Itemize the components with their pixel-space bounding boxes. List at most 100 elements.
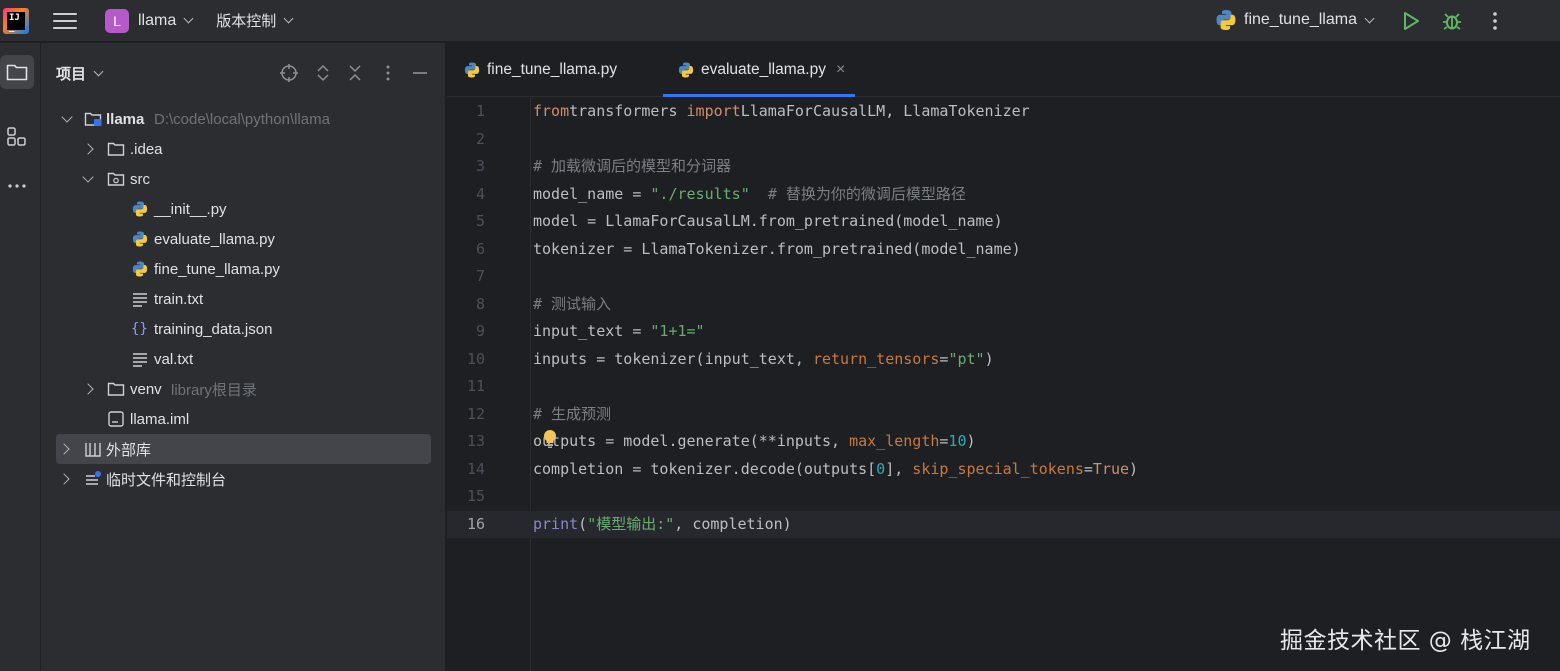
code-line[interactable]: 7 — [447, 263, 1560, 291]
more-vertical-icon[interactable] — [1484, 10, 1506, 32]
code-line[interactable]: 11 — [447, 373, 1560, 401]
code-text: input_text = "1+1=" — [533, 318, 705, 346]
code-line[interactable]: 10 inputs = tokenizer(input_text, return_… — [447, 346, 1560, 374]
tree-row-init-py[interactable]: __init__.py — [56, 194, 431, 224]
tree-row-src[interactable]: src — [56, 164, 431, 194]
code-line[interactable]: 3 # 加载微调后的模型和分词器 — [447, 153, 1560, 181]
code-token: # 加载微调后的模型和分词器 — [533, 157, 732, 175]
code-line[interactable]: 4 model_name = "./results" # 替换为你的微调后模型路径 — [447, 181, 1560, 209]
chevron-right-icon — [58, 473, 70, 485]
project-switcher[interactable]: L llama — [105, 8, 194, 33]
tree-row-idea[interactable]: .idea — [56, 134, 431, 164]
run-configuration-selector[interactable]: fine_tune_llama — [1214, 8, 1375, 32]
options-vertical-icon[interactable] — [378, 63, 398, 83]
tab-fine-tune-llama-py[interactable]: fine_tune_llama.py — [463, 43, 617, 97]
code-line[interactable]: 5 model = LlamaForCausalLM.from_pretraine… — [447, 208, 1560, 236]
tree-label: .idea — [130, 140, 163, 158]
line-number: 9 — [475, 322, 485, 340]
code-token: 0 — [876, 459, 886, 478]
tree-row-train-txt[interactable]: train.txt — [56, 284, 431, 314]
code-line[interactable]: 14 completion = tokenizer.decode(outputs[… — [447, 456, 1560, 484]
code-line[interactable]: 13 outputs = model.generate(**inputs, max… — [447, 428, 1560, 456]
expand-all-icon[interactable] — [313, 63, 333, 83]
line-number: 16 — [466, 514, 485, 533]
project-tool-button[interactable] — [0, 55, 34, 89]
code-token: transformers — [569, 102, 687, 120]
hide-panel-icon[interactable] — [410, 63, 430, 83]
tab-label: fine_tune_llama.py — [487, 61, 618, 78]
code-text: print("模型输出:", completion) — [533, 511, 792, 539]
code-line[interactable]: 6 tokenizer = LlamaTokenizer.from_pretrai… — [447, 236, 1560, 264]
tree-row-evaluate-llama-py[interactable]: evaluate_llama.py — [56, 224, 431, 254]
code-token: return_tensors — [812, 349, 940, 368]
editor-area: fine_tune_llama.py evaluate_llama.py × 1… — [447, 43, 1560, 671]
tree-label: __init__.py — [154, 200, 227, 218]
tree-row-training-data-json[interactable]: {} training_data.json — [56, 314, 431, 344]
run-icon[interactable] — [1400, 10, 1422, 32]
code-line[interactable]: 15 — [447, 483, 1560, 511]
tree-row-venv[interactable]: venv library根目录 — [56, 374, 431, 404]
debug-bug-icon[interactable] — [1441, 10, 1463, 32]
code-token: model_name = — [533, 184, 651, 203]
tree-row-fine-tune-llama-py[interactable]: fine_tune_llama.py — [56, 254, 431, 284]
vcs-widget[interactable]: 版本控制 — [216, 10, 294, 31]
python-file-icon — [678, 62, 694, 78]
panel-title: 项目 — [56, 65, 87, 83]
tree-label: llama — [106, 110, 145, 128]
more-horizontal-icon — [8, 184, 26, 188]
tab-evaluate-llama-py[interactable]: evaluate_llama.py × — [663, 43, 856, 97]
code-line[interactable]: 16 print("模型输出:", completion) — [447, 510, 1560, 539]
vcs-label: 版本控制 — [216, 13, 277, 30]
code-token: skip_special_tokens — [912, 459, 1084, 478]
line-number: 13 — [466, 432, 485, 450]
tree-row-llama[interactable]: llama D:\code\local\python\llama — [56, 104, 431, 134]
chevron-down-icon — [82, 171, 94, 183]
folder-icon — [6, 64, 28, 81]
tree-row-llama-iml[interactable]: llama.iml — [56, 404, 431, 434]
code-token: completion = tokenizer.decode(outputs[ — [533, 459, 877, 478]
code-token: "1+1=" — [650, 322, 705, 340]
folder-icon — [107, 382, 125, 396]
python-file-icon — [464, 62, 480, 78]
code-token: "模型输出:" — [587, 514, 675, 533]
code-token: ( — [578, 514, 588, 533]
code-token: # 测试输入 — [533, 294, 612, 313]
code-line[interactable]: 2 — [447, 126, 1560, 154]
code-token: "pt" — [948, 349, 985, 368]
chevron-right-icon — [82, 143, 94, 155]
code-token: max_length — [849, 432, 940, 450]
main-menu-hamburger-icon[interactable] — [53, 11, 77, 31]
chevron-down-icon — [93, 66, 104, 76]
code-line[interactable]: 12 # 生成预测 — [447, 401, 1560, 429]
code-text: fromtransformers importLlamaForCausalLM,… — [533, 98, 1030, 126]
structure-tool-button[interactable] — [0, 119, 34, 153]
code-token: LlamaForCausalLM, LlamaTokenizer — [740, 102, 1030, 120]
line-number: 15 — [466, 487, 485, 505]
lightbulb-intention-icon[interactable] — [542, 429, 558, 449]
tree-label: training_data.json — [154, 320, 273, 338]
tree-row-external-libraries[interactable]: 外部库 — [56, 434, 431, 464]
tree-row-scratches[interactable]: 临时文件和控制台 — [56, 464, 431, 494]
code-text: # 加载微调后的模型和分词器 — [533, 153, 731, 181]
tree-label: 临时文件和控制台 — [106, 471, 227, 489]
code-text: model_name = "./results" # 替换为你的微调后模型路径 — [533, 181, 966, 209]
collapse-all-icon[interactable] — [345, 63, 365, 83]
code-text: # 生成预测 — [533, 401, 611, 429]
tree-label: val.txt — [154, 350, 194, 368]
locate-file-icon[interactable] — [279, 63, 299, 83]
app-logo-icon[interactable]: IJ _ — [3, 7, 29, 34]
tree-row-val-txt[interactable]: val.txt — [56, 344, 431, 374]
code-text: inputs = tokenizer(input_text, return_te… — [533, 346, 994, 374]
code-line[interactable]: 1 fromtransformers importLlamaForCausalLM… — [447, 98, 1560, 126]
close-tab-icon[interactable]: × — [836, 61, 845, 79]
project-view-selector[interactable]: 项目 — [56, 63, 104, 84]
code-token: import — [686, 102, 741, 120]
more-tools-button[interactable] — [0, 169, 34, 203]
code-token: ) — [984, 349, 994, 368]
code-line[interactable]: 8 # 测试输入 — [447, 291, 1560, 319]
project-letter-badge: L — [105, 8, 129, 33]
chevron-down-icon — [61, 111, 73, 123]
line-number: 3 — [475, 157, 485, 175]
code-line[interactable]: 9 input_text = "1+1=" — [447, 318, 1560, 346]
folder-icon — [107, 142, 125, 156]
